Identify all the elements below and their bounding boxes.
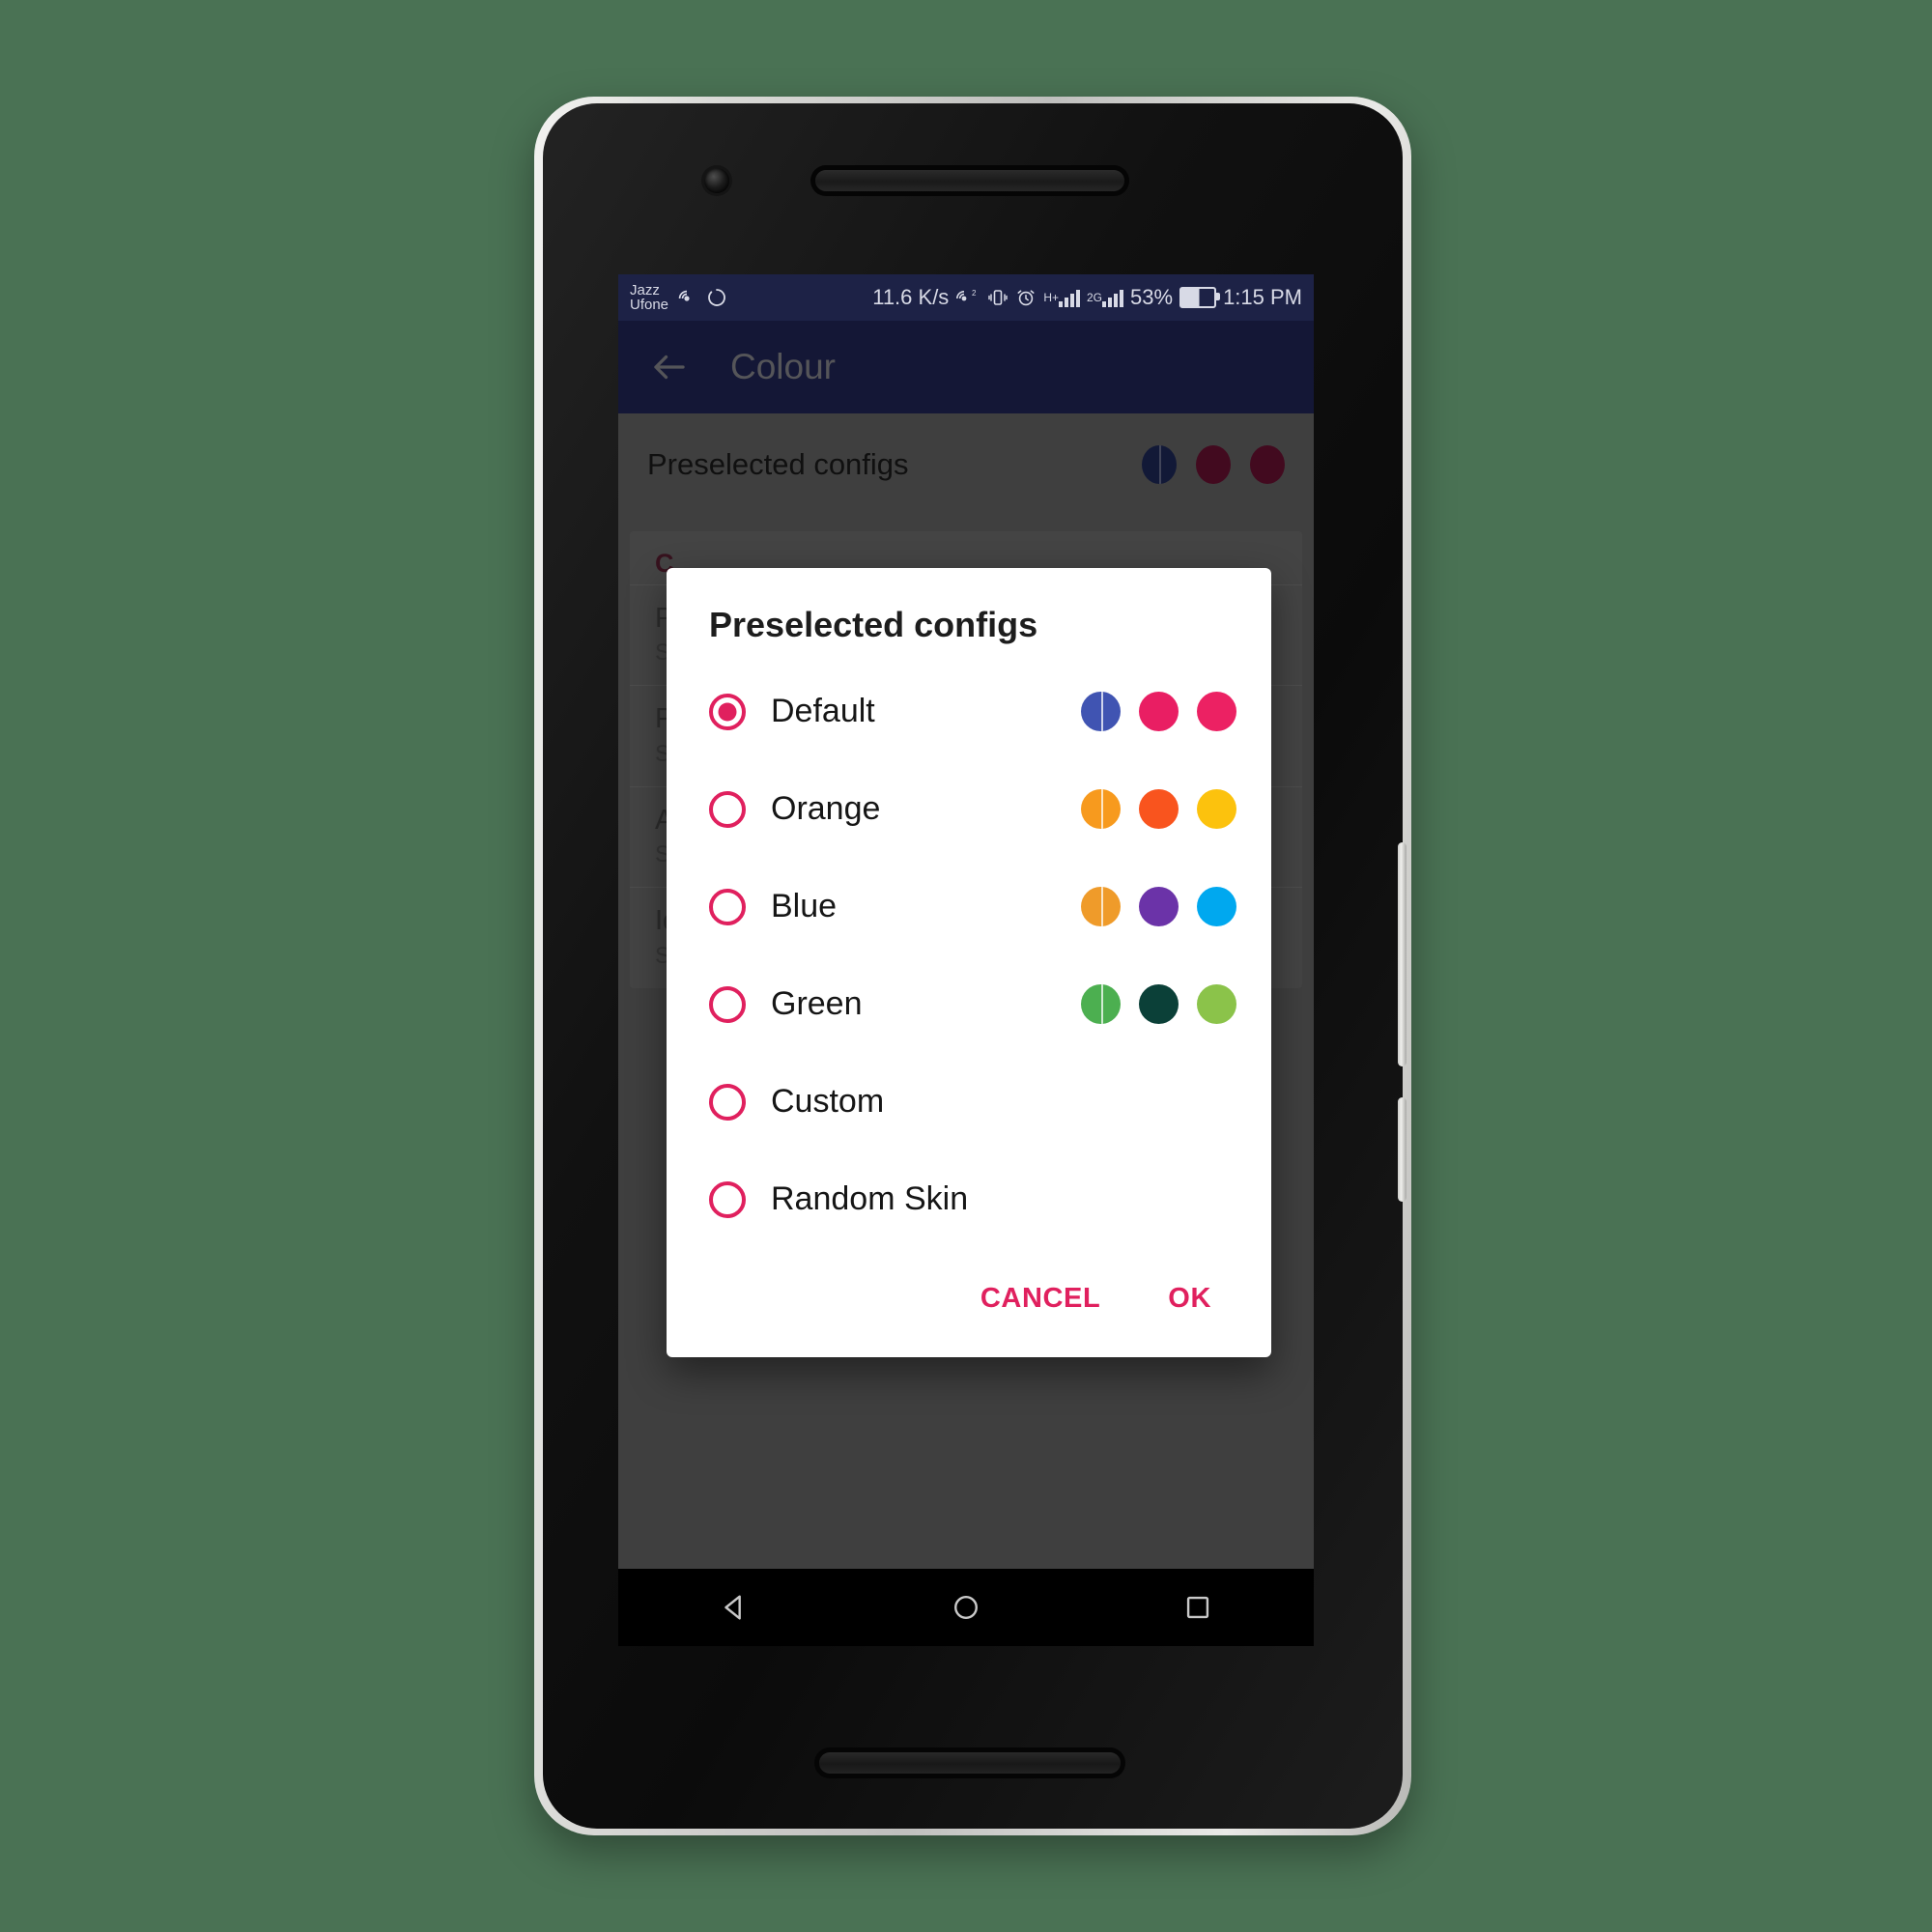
sync-circle-icon	[705, 286, 728, 309]
back-arrow-icon[interactable]	[647, 345, 692, 389]
status-bar: Jazz Ufone 11.6 K/s 2 H+ 2G 53% 1:15 PM	[618, 274, 1314, 321]
option-custom[interactable]: Custom	[667, 1053, 1271, 1151]
bottom-speaker	[819, 1752, 1121, 1774]
swatch-secondary	[1197, 692, 1236, 731]
battery-icon	[1179, 287, 1221, 308]
option-label: Custom	[771, 1083, 885, 1120]
preselected-configs-row[interactable]: Preselected configs	[618, 413, 1314, 516]
radio-icon[interactable]	[709, 1083, 746, 1121]
carrier-line-1: Jazz	[630, 281, 660, 298]
swatch-primary	[1081, 887, 1121, 926]
status-bar-left: Jazz Ufone	[630, 281, 728, 313]
swatch-primary	[1081, 692, 1121, 731]
carrier-names: Jazz Ufone	[630, 281, 669, 313]
cancel-button[interactable]: CANCEL	[955, 1269, 1125, 1328]
swatch-accent	[1139, 692, 1179, 731]
signal-2-icon: 2G	[1087, 289, 1124, 307]
ok-button[interactable]: OK	[1143, 1269, 1236, 1328]
swatch-accent	[1139, 887, 1179, 926]
network-type-2: 2G	[1087, 291, 1103, 304]
option-default[interactable]: Default	[667, 663, 1271, 760]
option-random-skin[interactable]: Random Skin	[667, 1151, 1271, 1248]
vibrate-icon	[987, 287, 1009, 308]
option-label: Blue	[771, 888, 838, 924]
navigation-bar	[618, 1569, 1314, 1646]
page-title: Colour	[730, 347, 836, 386]
option-swatches	[1081, 789, 1236, 829]
carrier-line-2: Ufone	[630, 297, 669, 313]
swatch-primary	[1142, 445, 1177, 484]
option-swatches	[1081, 887, 1236, 926]
dialog-actions: CANCEL OK	[667, 1248, 1271, 1357]
swatch-secondary	[1197, 887, 1236, 926]
data-saver-icon: 2	[955, 287, 980, 308]
option-swatches	[1081, 984, 1236, 1024]
hotspot-icon	[675, 286, 698, 309]
earpiece-speaker	[815, 170, 1124, 191]
dialog-title: Preselected configs	[709, 605, 1038, 644]
swatch-secondary	[1197, 984, 1236, 1024]
alarm-icon	[1015, 287, 1037, 308]
option-label: Orange	[771, 790, 881, 827]
svg-text:2: 2	[972, 289, 977, 298]
swatch-secondary	[1250, 445, 1285, 484]
swatch-accent	[1196, 445, 1231, 484]
front-camera-icon	[704, 168, 729, 193]
swatch-primary	[1081, 789, 1121, 829]
radio-icon[interactable]	[709, 790, 746, 828]
option-green[interactable]: Green	[667, 955, 1271, 1053]
swatch-accent	[1139, 984, 1179, 1024]
radio-icon[interactable]	[709, 985, 746, 1023]
option-label: Random Skin	[771, 1180, 969, 1217]
option-blue[interactable]: Blue	[667, 858, 1271, 955]
volume-button[interactable]	[1398, 842, 1406, 1066]
screenshot-root: Jazz Ufone 11.6 K/s 2 H+ 2G 53% 1:15 PM …	[0, 0, 1932, 1932]
radio-icon[interactable]	[709, 1180, 746, 1218]
swatch-accent	[1139, 789, 1179, 829]
dialog-option-list: Default Orange Blue Green Custom Random …	[667, 657, 1271, 1248]
power-button[interactable]	[1398, 1097, 1406, 1202]
option-orange[interactable]: Orange	[667, 760, 1271, 858]
option-label: Green	[771, 985, 863, 1022]
signal-1-icon: H+	[1043, 289, 1080, 307]
radio-icon[interactable]	[709, 888, 746, 925]
clock: 1:15 PM	[1223, 285, 1302, 309]
battery-percent: 53%	[1130, 285, 1174, 309]
option-label: Default	[771, 693, 875, 729]
preselected-configs-label: Preselected configs	[647, 447, 909, 481]
network-speed: 11.6 K/s	[872, 285, 950, 309]
network-type-1: H+	[1043, 291, 1059, 304]
swatch-primary	[1081, 984, 1121, 1024]
nav-back-icon[interactable]	[700, 1583, 768, 1632]
radio-icon[interactable]	[709, 693, 746, 730]
phone-screen: Jazz Ufone 11.6 K/s 2 H+ 2G 53% 1:15 PM …	[618, 274, 1314, 1646]
option-swatches	[1081, 692, 1236, 731]
preselected-configs-dialog: Preselected configs Default Orange Blue …	[667, 568, 1271, 1357]
nav-home-icon[interactable]	[932, 1583, 1000, 1632]
app-bar: Colour	[618, 321, 1314, 413]
status-bar-right: 11.6 K/s 2 H+ 2G 53% 1:15 PM	[872, 285, 1302, 310]
swatch-secondary	[1197, 789, 1236, 829]
nav-recents-icon[interactable]	[1164, 1583, 1232, 1632]
preselected-configs-swatches	[1142, 445, 1285, 484]
